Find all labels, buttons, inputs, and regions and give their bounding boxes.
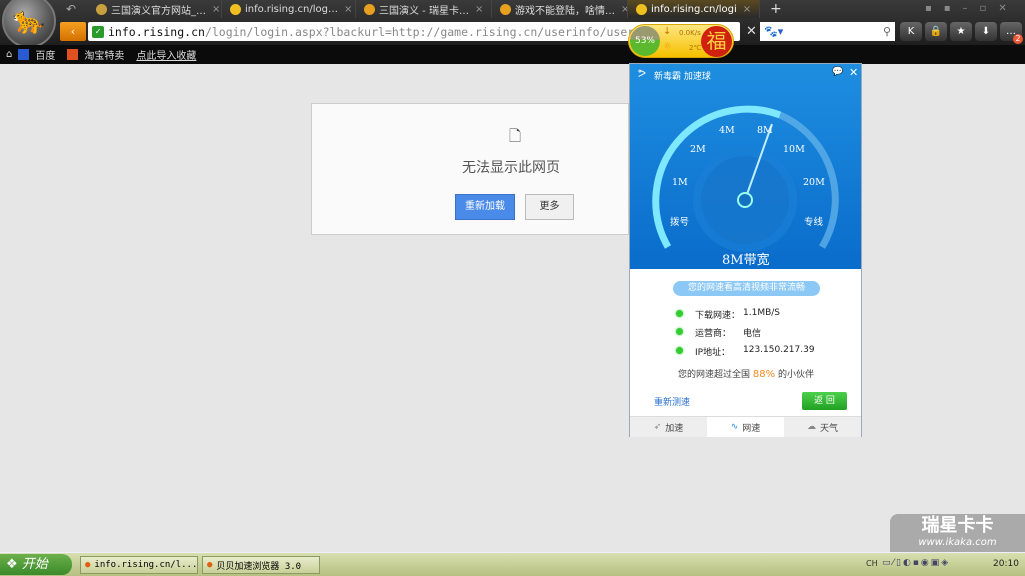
- sad-page-icon: 🗋: [509, 127, 522, 145]
- browser-icon: ●: [207, 560, 213, 570]
- rocket-icon: ➶: [653, 422, 662, 432]
- taobao-icon: [67, 49, 79, 60]
- weather-widget[interactable]: 53% ↓ ☼ 0.0K/s 2℃ 福: [628, 24, 734, 58]
- gauge-label: 专线: [804, 217, 824, 228]
- bookmark-taobao[interactable]: 淘宝特卖: [84, 47, 124, 62]
- notification-badge: 2: [1013, 34, 1023, 44]
- bookmarks-bar: ⌂ 百度 淘宝特卖 点此导入收藏: [0, 45, 1025, 64]
- rank-text: 您的网速超过全国 88% 的小伙伴: [678, 369, 815, 380]
- clock: 20:10: [993, 559, 1019, 569]
- game-icon: [96, 3, 107, 15]
- tab-accelerate[interactable]: ➶ 加速: [630, 417, 707, 437]
- net-speed: 0.0K/s: [679, 29, 701, 37]
- pulse-icon: ∿: [730, 422, 739, 432]
- popup-tabs: ➶ 加速 ∿ 网速 ☁ 天气: [630, 416, 861, 437]
- bandwidth-label: 8M带宽: [722, 253, 770, 268]
- baidu-icon: [18, 49, 30, 60]
- browser-tab[interactable]: 三国演义官方网站_… ×: [88, 0, 222, 18]
- windows-icon: ❖: [6, 557, 18, 572]
- memory-ball[interactable]: 53%: [630, 26, 660, 56]
- bookmark-baidu[interactable]: 百度: [35, 47, 55, 62]
- search-input[interactable]: 🐾▾ ⚲: [760, 22, 895, 41]
- close-tab-icon[interactable]: ×: [338, 4, 352, 15]
- gauge-label: 20M: [803, 177, 825, 188]
- tab-weather[interactable]: ☁ 天气: [784, 417, 861, 437]
- back-button[interactable]: ‹: [60, 22, 86, 41]
- gauge-label: 1M: [672, 177, 688, 188]
- temperature: 2℃: [689, 44, 702, 52]
- secure-check-icon: ✓: [92, 25, 104, 38]
- gauge-label: 拨号: [670, 217, 690, 228]
- kaka-button[interactable]: K: [900, 22, 922, 41]
- undo-icon[interactable]: ↶: [66, 2, 76, 16]
- loading-icon: [636, 3, 647, 15]
- close-tab-icon[interactable]: ×: [206, 4, 220, 15]
- download-arrow-icon: ↓: [663, 26, 672, 37]
- taskbar: ❖ 开始 ● info.rising.cn/l... ● 贝贝加速浏览器 3.0 C…: [0, 552, 1025, 576]
- close-tab-icon[interactable]: ×: [469, 4, 483, 15]
- window-controls[interactable]: ▪▪–▫✕: [925, 3, 1019, 14]
- error-title: 无法显示此网页: [462, 160, 560, 176]
- close-tab-icon[interactable]: ×: [737, 4, 751, 15]
- loading-icon: [230, 3, 241, 15]
- home-icon[interactable]: ⌂: [6, 49, 12, 60]
- watermark-url: www.ikaka.com: [918, 537, 997, 548]
- browser-tab[interactable]: info.rising.cn/logi ×: [628, 0, 760, 18]
- gauge-label: 8M: [757, 125, 773, 136]
- search-icon[interactable]: ⚲: [883, 25, 891, 38]
- favorites-button[interactable]: ★: [950, 22, 972, 41]
- baidu-icon[interactable]: 🐾▾: [764, 25, 783, 38]
- fu-icon: 福: [701, 26, 732, 57]
- info-row: IP地址： 123.150.217.39: [676, 345, 815, 358]
- browser-tab[interactable]: 三国演义 - 瑞星卡… ×: [356, 0, 492, 18]
- sun-icon: ☼: [663, 41, 672, 52]
- gauge-label: 10M: [783, 144, 805, 155]
- stop-icon[interactable]: ✕: [746, 24, 757, 39]
- browser-tab[interactable]: info.rising.cn/log… ×: [222, 0, 356, 18]
- language-indicator[interactable]: CH: [866, 559, 878, 568]
- gauge-label: 4M: [719, 125, 735, 136]
- start-button[interactable]: ❖ 开始: [0, 554, 72, 575]
- reload-button[interactable]: 重新加载: [455, 194, 515, 220]
- close-tab-icon[interactable]: ×: [615, 4, 627, 15]
- speed-banner: 您的网速看高清视频非常流畅: [673, 281, 820, 296]
- return-button[interactable]: 返 回: [802, 392, 847, 410]
- gauge-label: 2M: [690, 144, 706, 155]
- more-button[interactable]: 更多: [525, 194, 574, 220]
- speed-test-popup: ᕗ 新毒霸 加速球 💬 ✕ 拨号 1M 2M 4M 8M 10M 20M 专线 …: [629, 63, 862, 437]
- import-bookmarks-link[interactable]: 点此导入收藏: [136, 47, 196, 62]
- shield-icon: [500, 3, 511, 15]
- browser-icon: ●: [85, 560, 91, 570]
- new-tab-button[interactable]: +: [770, 1, 782, 17]
- shield-icon: [364, 3, 375, 15]
- retest-link[interactable]: 重新测速: [654, 395, 690, 408]
- info-row: 下载网速： 1.1MB/S: [676, 308, 780, 321]
- watermark: 瑞星卡卡 www.ikaka.com: [890, 514, 1025, 552]
- lock-button[interactable]: 🔒: [925, 22, 947, 41]
- taskbar-item[interactable]: ● info.rising.cn/l...: [80, 556, 198, 574]
- error-card: 🗋 无法显示此网页 重新加载 更多: [311, 103, 629, 235]
- tab-speed[interactable]: ∿ 网速: [707, 417, 784, 437]
- watermark-brand: 瑞星卡卡: [921, 515, 994, 536]
- tray-icons[interactable]: ▭⁄▯◐▪◉▣◈: [882, 558, 950, 568]
- download-button[interactable]: ⬇: [975, 22, 997, 41]
- browser-tab[interactable]: 游戏不能登陆，啥情…×: [492, 0, 628, 18]
- speed-gauge: [652, 105, 839, 252]
- cloud-icon: ☁: [806, 422, 816, 432]
- taskbar-item[interactable]: ● 贝贝加速浏览器 3.0: [202, 556, 320, 574]
- info-row: 运营商： 电信: [676, 326, 761, 339]
- speed-gauge-panel: ᕗ 新毒霸 加速球 💬 ✕ 拨号 1M 2M 4M 8M 10M 20M 专线 …: [630, 64, 861, 269]
